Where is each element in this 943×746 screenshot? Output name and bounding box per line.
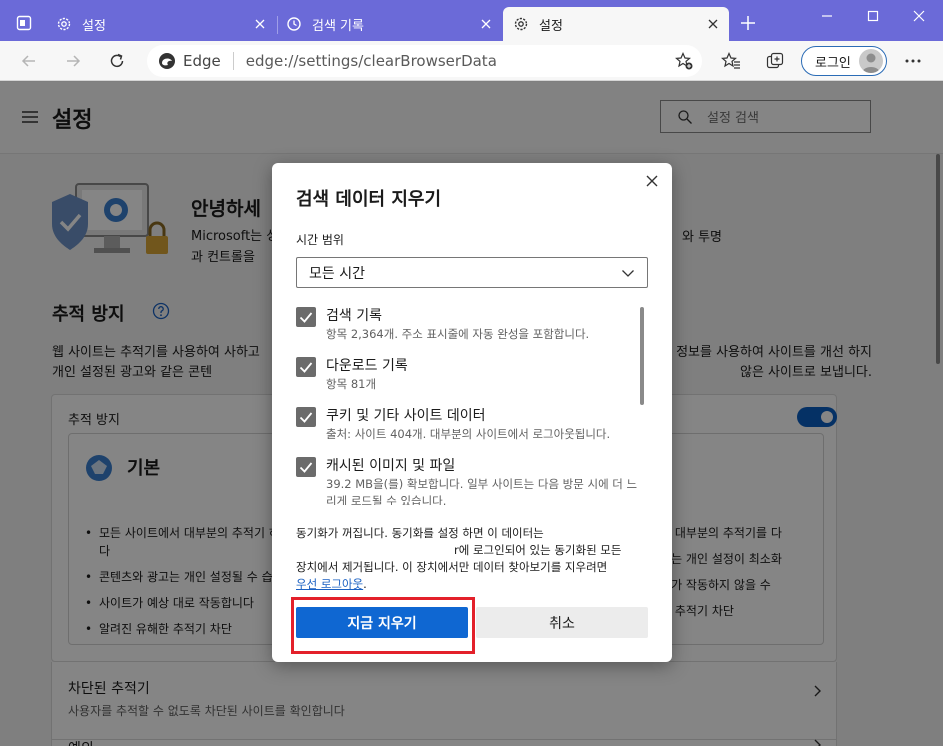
time-range-label: 시간 범위 xyxy=(296,233,344,247)
login-button[interactable]: 로그인 xyxy=(801,46,887,76)
minimize-icon[interactable] xyxy=(817,6,837,26)
option-description: 39.2 MB을(를) 확보합니다. 일부 사이트는 다음 방문 시에 더 느리… xyxy=(326,477,638,505)
url-text[interactable]: edge://settings/clearBrowserData xyxy=(246,52,497,70)
more-menu-icon[interactable] xyxy=(903,51,923,71)
cookies-checkbox[interactable] xyxy=(296,407,316,427)
close-icon[interactable] xyxy=(478,16,494,32)
checkmark-icon xyxy=(299,312,313,323)
clear-browsing-data-dialog: 검색 데이터 지우기 시간 범위 모든 시간 검색 기록 항목 2,364개. … xyxy=(272,163,672,662)
option-title: 캐시된 이미지 및 파일 xyxy=(326,458,456,474)
login-label: 로그인 xyxy=(815,55,851,71)
cached-images-checkbox[interactable] xyxy=(296,457,316,477)
collections-icon[interactable] xyxy=(765,51,785,71)
sync-note-period: . xyxy=(363,577,367,591)
cancel-button[interactable]: 취소 xyxy=(476,607,648,638)
edge-logo-icon xyxy=(159,53,175,69)
back-arrow-icon[interactable] xyxy=(19,51,39,71)
time-range-value: 모든 시간 xyxy=(309,265,365,282)
sync-note-line: r에 로그인되어 있는 동기화된 모든 xyxy=(454,543,622,557)
browser-toolbar: Edge edge://settings/clearBrowserData 로그… xyxy=(0,41,943,81)
tab-settings-active[interactable]: 설정 xyxy=(503,7,729,41)
sync-note-line: 동기화가 꺼집니다. 동기화를 설정 하면 이 데이터는 xyxy=(296,526,544,540)
close-icon[interactable] xyxy=(252,16,268,32)
option-description: 항목 81개 xyxy=(326,377,377,391)
time-range-select[interactable]: 모든 시간 xyxy=(296,257,648,288)
option-description: 항목 2,364개. 주소 표시줄에 자동 완성을 포함합니다. xyxy=(326,327,590,341)
sync-note-line: 우선 로그아웃. xyxy=(296,576,652,593)
site-name: Edge xyxy=(183,52,221,70)
person-icon xyxy=(862,53,880,73)
forward-arrow-icon[interactable] xyxy=(63,51,83,71)
close-icon[interactable] xyxy=(705,16,721,32)
tab-settings-1[interactable]: 설정 xyxy=(46,7,276,41)
sign-out-link[interactable]: 우선 로그아웃 xyxy=(296,577,363,591)
highlight-annotation xyxy=(291,597,475,654)
sync-note: 동기화가 꺼집니다. 동기화를 설정 하면 이 데이터는 r에 로그인되어 있는… xyxy=(296,525,652,593)
download-history-checkbox[interactable] xyxy=(296,357,316,377)
checkmark-icon xyxy=(299,412,313,423)
checkmark-icon xyxy=(299,462,313,473)
close-icon[interactable] xyxy=(644,173,660,189)
option-title: 다운로드 기록 xyxy=(326,358,408,374)
checkmark-icon xyxy=(299,362,313,373)
tab-label: 검색 기록 xyxy=(312,18,364,34)
tab-label: 설정 xyxy=(82,18,106,34)
add-favorite-icon[interactable] xyxy=(674,51,694,71)
sync-note-line: 장치에서 제거됩니다. 이 장치에서만 데이터 찾아보기를 지우려면 xyxy=(296,560,608,574)
tab-history[interactable]: 검색 기록 xyxy=(276,7,502,41)
new-tab-plus-icon[interactable] xyxy=(739,14,757,32)
window-menu-icon[interactable] xyxy=(16,15,32,31)
favorites-icon[interactable] xyxy=(721,51,741,71)
chevron-down-icon xyxy=(622,270,634,277)
gear-icon xyxy=(514,17,528,31)
history-icon xyxy=(287,17,301,31)
browsing-history-checkbox[interactable] xyxy=(296,307,316,327)
address-bar[interactable]: Edge edge://settings/clearBrowserData xyxy=(147,45,702,77)
refresh-icon[interactable] xyxy=(107,51,127,71)
option-title: 검색 기록 xyxy=(326,308,382,324)
dialog-title: 검색 데이터 지우기 xyxy=(296,189,442,210)
data-options-list: 검색 기록 항목 2,364개. 주소 표시줄에 자동 완성을 포함합니다. 다… xyxy=(272,305,672,505)
avatar xyxy=(859,49,883,73)
address-separator xyxy=(232,52,234,70)
option-description: 출처: 사이트 404개. 대부분의 사이트에서 로그아웃됩니다. xyxy=(326,427,611,441)
gear-icon xyxy=(57,17,71,31)
option-title: 쿠키 및 기타 사이트 데이터 xyxy=(326,408,486,424)
dialog-scrollbar-thumb[interactable] xyxy=(640,307,644,405)
close-window-icon[interactable] xyxy=(909,6,929,26)
tab-label: 설정 xyxy=(539,18,563,34)
maximize-icon[interactable] xyxy=(863,6,883,26)
title-bar: 설정 검색 기록 설정 xyxy=(0,0,943,41)
